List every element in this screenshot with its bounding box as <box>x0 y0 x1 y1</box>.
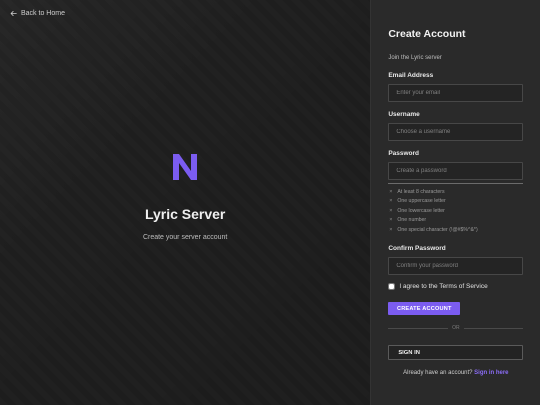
signup-form: Create Account Email Address Username Pa… <box>388 28 524 398</box>
back-to-home-label: Back to Home <box>21 10 65 17</box>
confirm-label-wrap: Confirm Password <box>388 245 445 252</box>
username-label: Username <box>388 111 420 118</box>
x-icon: × <box>389 207 393 214</box>
username-label-wrap: Username <box>388 111 419 118</box>
x-icon: × <box>389 226 393 233</box>
password-requirements: × At least 8 characters × One uppercase … <box>388 187 477 235</box>
terms-checkbox[interactable] <box>388 283 396 290</box>
create-account-panel: Create Account Email Address Username Pa… <box>370 0 540 405</box>
email-label: Email Address <box>388 72 434 79</box>
x-icon: × <box>389 188 393 195</box>
requirement-text: One lowercase letter <box>397 207 445 214</box>
requirement-item: × At least 8 characters <box>388 187 477 197</box>
password-strength-bar <box>388 183 524 184</box>
sign-in-prompt-text: Already have an account? <box>403 370 473 376</box>
x-icon: × <box>389 217 393 224</box>
terms-label: I agree to the Terms of Service <box>399 283 488 290</box>
requirement-item: × One uppercase letter <box>388 197 477 207</box>
password-label: Password <box>388 150 420 157</box>
requirement-item: × One number <box>388 216 477 226</box>
confirm-password-field[interactable] <box>388 257 524 275</box>
requirement-text: One number <box>397 217 427 224</box>
divider-line <box>388 327 449 329</box>
requirement-item: × One lowercase letter <box>388 206 477 216</box>
sign-in-button[interactable]: SIGN IN <box>388 345 524 360</box>
divider-text: OR <box>452 325 460 331</box>
or-divider: OR <box>388 325 524 331</box>
hero: Lyric Server Create your server account <box>0 150 370 241</box>
sign-in-here-link[interactable]: Sign in here <box>474 370 508 376</box>
requirement-text: At least 8 characters <box>397 188 445 195</box>
terms-agreement[interactable]: I agree to the Terms of Service <box>388 283 488 290</box>
username-field[interactable] <box>388 123 524 141</box>
requirement-text: One uppercase letter <box>397 198 446 205</box>
lyric-logo-icon <box>173 154 198 180</box>
branding-panel: Back to Home Lyric Server Create your se… <box>0 0 371 405</box>
form-title: Create Account <box>388 28 466 40</box>
signup-page: Back to Home Lyric Server Create your se… <box>0 0 540 405</box>
requirement-text: One special character (!@#$%^&*) <box>397 226 478 233</box>
back-to-home-link[interactable]: Back to Home <box>10 10 65 17</box>
sign-in-prompt: Already have an account? Sign in here <box>388 370 523 376</box>
create-account-button[interactable]: CREATE ACCOUNT <box>388 302 461 315</box>
email-field[interactable] <box>388 84 524 102</box>
password-field[interactable] <box>388 162 524 180</box>
requirement-item: × One special character (!@#$%^&*) <box>388 225 477 235</box>
password-label-wrap: Password <box>388 150 419 157</box>
arrow-left-icon <box>10 10 17 17</box>
confirm-password-label: Confirm Password <box>388 245 446 252</box>
hero-title: Lyric Server <box>144 206 226 222</box>
form-subtitle: Join the Lyric server <box>388 55 442 61</box>
divider-line <box>463 327 524 329</box>
email-label-wrap: Email Address <box>388 72 433 79</box>
x-icon: × <box>389 198 393 205</box>
hero-subtitle: Create your server account <box>142 234 228 241</box>
